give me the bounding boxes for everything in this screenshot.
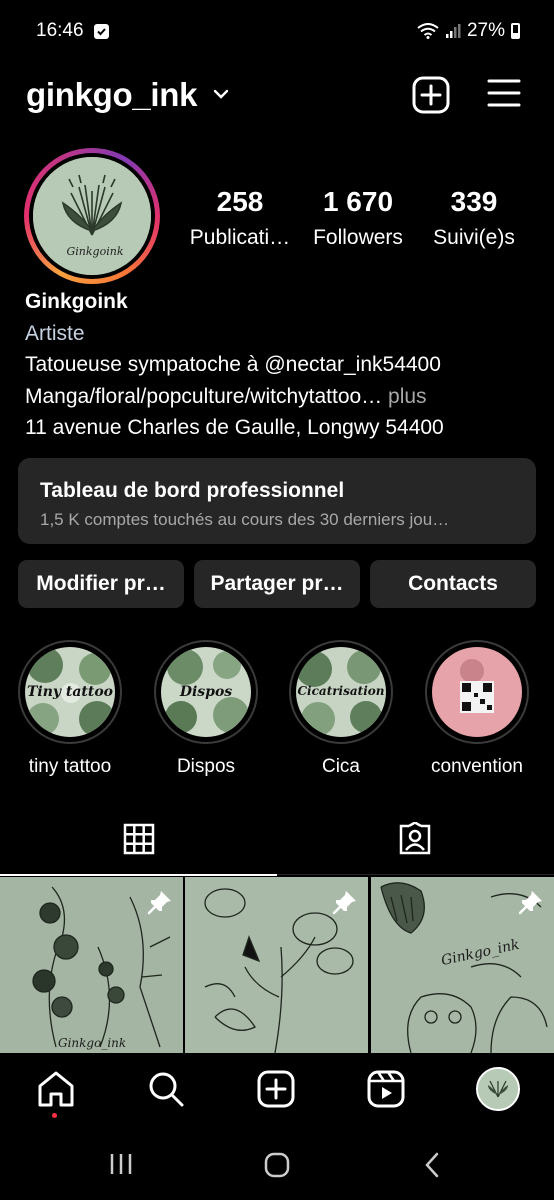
professional-dashboard[interactable]: Tableau de bord professionnel 1,5 K comp… — [18, 458, 536, 544]
highlight-cover-text: Dispos — [179, 684, 233, 700]
bio: Ginkgoink Artiste Tatoueuse sympatoche à… — [25, 286, 444, 444]
post-thumbnail[interactable]: Ginkgo_ink — [371, 877, 554, 1053]
system-navigation — [0, 1133, 554, 1200]
bio-text: Manga/floral/popculture/witchytattoo… — [25, 384, 383, 408]
category-label: Artiste — [25, 321, 85, 345]
create-post-icon[interactable] — [412, 76, 450, 114]
wifi-icon — [417, 23, 439, 39]
battery-percent: 27% — [466, 20, 505, 41]
svg-text:Ginkgo_ink: Ginkgo_ink — [58, 1036, 126, 1050]
followers-stat[interactable]: 1 670 Followers — [304, 186, 412, 250]
highlight-label: Cica — [321, 756, 360, 777]
highlight-convention[interactable]: convention — [425, 640, 529, 778]
address-link[interactable]: 11 avenue Charles de Gaulle, Longwy 5440… — [25, 412, 444, 444]
svg-text:Ginkgoink: Ginkgoink — [67, 245, 124, 258]
notification-dot — [52, 1113, 57, 1118]
highlight-cover-text: Tiny tattoo — [26, 684, 114, 700]
highlight-tiny-tattoo[interactable]: Tiny tattoo tiny tattoo — [18, 640, 122, 778]
bio-line: Tatoueuse sympatoche à @nectar_ink54400 — [25, 353, 441, 376]
pin-icon — [518, 891, 542, 915]
bio-more-link[interactable]: plus — [382, 385, 427, 408]
back-icon[interactable] — [420, 1151, 444, 1179]
highlight-cica[interactable]: Cicatrisation Cica — [289, 640, 393, 778]
tab-tagged[interactable] — [277, 815, 554, 875]
status-right: 27% — [417, 20, 520, 42]
dashboard-subtitle: 1,5 K comptes touchés au cours des 30 de… — [40, 510, 450, 529]
signal-icon — [445, 24, 461, 38]
ginkgo-logo-icon: Ginkgoink — [33, 157, 151, 275]
highlight-label: tiny tattoo — [28, 756, 112, 777]
following-stat[interactable]: 339 Suivi(e)s — [424, 186, 524, 250]
dashboard-title: Tableau de bord professionnel — [40, 479, 345, 502]
grid-icon — [123, 823, 155, 855]
tab-indicator — [0, 874, 277, 876]
post-thumbnail[interactable] — [185, 877, 368, 1053]
following-label: Suivi(e)s — [433, 226, 515, 249]
display-name: Ginkgoink — [25, 290, 128, 313]
highlight-cover-text: Cicatrisation — [297, 684, 385, 698]
recent-apps-icon[interactable] — [108, 1151, 134, 1177]
pin-icon — [147, 891, 171, 915]
menu-icon[interactable] — [487, 78, 521, 108]
profile-tab-avatar[interactable] — [476, 1067, 520, 1111]
pin-icon — [332, 891, 356, 915]
tagged-person-icon — [399, 822, 431, 855]
ginkgo-logo-icon — [478, 1069, 518, 1109]
home-button-icon[interactable] — [263, 1151, 291, 1179]
edit-profile-button[interactable]: Modifier pr… — [18, 560, 184, 608]
posts-label: Publicati… — [189, 226, 291, 249]
profile-tabs — [0, 815, 554, 876]
check-notification-icon — [94, 24, 109, 39]
following-count: 339 — [450, 186, 498, 217]
highlight-label: convention — [431, 756, 523, 777]
status-time: 16:46 — [36, 20, 84, 41]
bottom-navigation — [0, 1053, 554, 1133]
highlight-dispos[interactable]: Dispos Dispos — [154, 640, 258, 778]
qr-code-icon — [432, 647, 522, 737]
contacts-button[interactable]: Contacts — [370, 560, 536, 608]
posts-count: 258 — [216, 186, 264, 217]
home-icon[interactable] — [36, 1069, 76, 1109]
profile-avatar[interactable]: Ginkgoink — [24, 148, 160, 284]
battery-icon — [511, 23, 520, 39]
new-post-icon[interactable] — [256, 1069, 296, 1109]
followers-label: Followers — [313, 226, 403, 249]
share-profile-button[interactable]: Partager pr… — [194, 560, 360, 608]
reels-icon[interactable] — [366, 1069, 406, 1109]
tab-grid[interactable] — [0, 815, 277, 876]
followers-count: 1 670 — [322, 186, 394, 217]
bio-line-2: Manga/floral/popculture/witchytattoo… pl… — [25, 381, 444, 413]
posts-grid: Ginkgo_ink Ginkgo_ink — [0, 877, 554, 1053]
highlight-label: Dispos — [176, 756, 236, 777]
posts-stat[interactable]: 258 Publicati… — [186, 186, 294, 250]
chevron-down-icon[interactable] — [212, 88, 230, 100]
account-switcher[interactable]: ginkgo_ink — [26, 76, 197, 114]
post-thumbnail[interactable]: Ginkgo_ink — [0, 877, 183, 1053]
search-icon[interactable] — [146, 1069, 186, 1109]
status-bar: 16:46 27% — [0, 0, 554, 64]
profile-header: ginkgo_ink — [0, 66, 554, 126]
